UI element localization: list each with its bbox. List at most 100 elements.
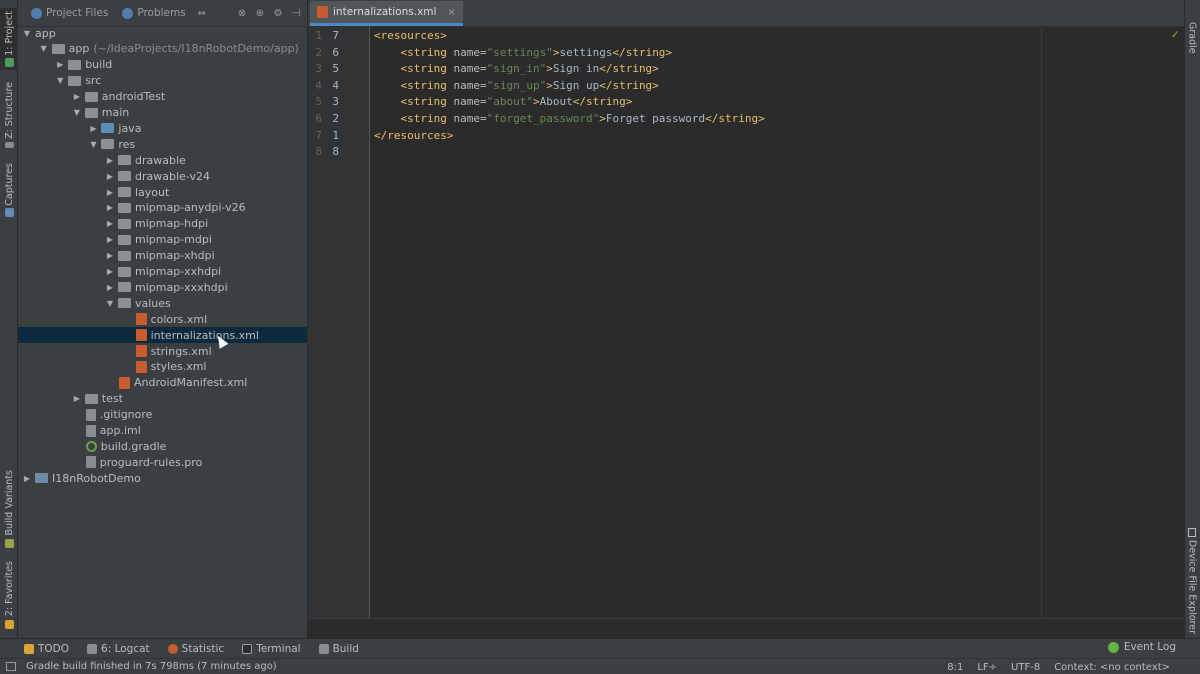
tree-item-label: java [118,121,142,135]
tree-item[interactable]: ▶ mipmap-xxhdpi [18,264,307,280]
tab-project-files[interactable]: Project Files [26,3,113,23]
editor-tab-bar: internalizations.xml × [308,0,1184,27]
caret-position[interactable]: 8:1 [947,662,963,673]
chevron-down-icon[interactable]: ▼ [105,299,115,308]
scroll-from-source-icon[interactable]: ⊕ [253,6,267,20]
folder-icon [68,59,82,70]
build-tab[interactable]: Build [318,643,359,655]
tree-item[interactable]: build.gradle [18,438,307,454]
code-token-close-open: > [546,78,553,92]
line-number-relative: 7 [332,29,339,42]
statistic-tab[interactable]: Statistic [167,643,224,655]
chevron-right-icon[interactable]: ▶ [105,251,115,260]
tree-item[interactable]: ▶ mipmap-xhdpi [18,248,307,264]
right-margin-guide [1041,27,1042,618]
todo-tab[interactable]: TODO [24,643,69,655]
tab-structure[interactable]: Z: Structure [0,82,18,148]
tree-item[interactable]: app.iml [18,423,307,439]
chevron-down-icon[interactable]: ▼ [22,29,32,38]
chevron-right-icon[interactable]: ▶ [88,124,98,133]
chevron-right-icon[interactable]: ▶ [105,267,115,276]
tree-item-label: strings.xml [150,344,212,358]
tree-item[interactable]: ▶ I18nRobotDemo [18,470,307,486]
tree-item[interactable]: ▼ values [18,295,307,311]
chevron-right-icon[interactable]: ▶ [55,60,65,69]
line-separator[interactable]: LF÷ [977,662,997,673]
chevron-right-icon[interactable]: ▶ [105,283,115,292]
editor-tab-internalizations[interactable]: internalizations.xml × [310,1,463,26]
code-token-attr: name= [446,45,487,59]
chevron-right-icon[interactable]: ▶ [105,203,115,212]
event-log-tab[interactable]: Event Log [1107,641,1176,653]
chevron-right-icon[interactable]: ▶ [22,474,32,483]
folder-icon [118,266,131,277]
logcat-tab[interactable]: 6: Logcat [87,643,150,655]
swap-icon[interactable]: ⇔ [195,6,209,20]
chevron-down-icon[interactable]: ▼ [39,44,49,53]
chevron-right-icon[interactable]: ▶ [105,188,115,197]
tab-gradle[interactable]: Gradle [1184,22,1200,54]
editor-horizontal-scroll[interactable] [308,618,1184,638]
status-message[interactable]: Gradle build finished in 7s 798ms (7 min… [26,661,277,672]
tree-item[interactable]: colors.xml [18,311,307,327]
hide-icon[interactable]: ⊣ [289,6,303,20]
chevron-right-icon[interactable]: ▶ [72,394,82,403]
tab-favorites-label: 2: Favorites [3,561,15,617]
close-icon[interactable]: × [447,7,455,18]
tab-build-variants[interactable]: Build Variants [0,470,18,548]
chevron-right-icon[interactable]: ▶ [105,219,115,228]
code-token-attr: name= [446,95,487,109]
tree-item-label: app.iml [99,424,141,437]
folder-icon [101,139,115,150]
chevron-right-icon[interactable]: ▶ [105,172,115,181]
chevron-right-icon[interactable]: ▶ [105,156,115,165]
tree-item[interactable]: strings.xml [18,343,307,359]
file-encoding[interactable]: UTF-8 [1011,662,1040,673]
tree-item[interactable]: ▶ build [18,57,307,73]
tree-item[interactable]: AndroidManifest.xml [18,375,307,391]
line-number: 71 [308,128,370,145]
tree-item[interactable]: ▶ java [18,120,307,136]
tree-item[interactable]: ▼ main [18,105,307,121]
tree-item[interactable]: .gitignore [18,407,307,423]
tree-item[interactable]: proguard-rules.pro [18,454,307,470]
tree-item[interactable]: ▶ drawable [18,152,307,168]
tree-item[interactable]: ▶ mipmap-hdpi [18,216,307,232]
tree-item[interactable]: ▼ app (~/IdeaProjects/I18nRobotDemo/app) [18,41,307,57]
tree-item[interactable]: ▶ layout [18,184,307,200]
code-token-val: "sign_in" [486,62,547,76]
chevron-down-icon[interactable]: ▼ [55,76,65,85]
xml-file-icon [135,313,147,326]
chevron-right-icon[interactable]: ▶ [105,235,115,244]
gear-icon[interactable]: ⚙ [271,6,285,20]
tab-device-file-explorer[interactable]: Device File Explorer [1184,528,1200,634]
tab-favorites[interactable]: 2: Favorites [0,560,18,630]
tree-item[interactable]: ▶ test [18,391,307,407]
tree-item[interactable]: ▼ src [18,73,307,89]
tree-item[interactable]: ▶ mipmap-mdpi [18,232,307,248]
event-log-icon [1107,641,1119,653]
collapse-icon[interactable]: ⊗ [235,6,249,20]
tree-item[interactable]: ▼ res [18,136,307,152]
tab-captures[interactable]: Captures [0,160,18,220]
tree-item[interactable]: ▶ drawable-v24 [18,168,307,184]
tree-item[interactable]: ▶ mipmap-anydpi-v26 [18,200,307,216]
toggle-tool-windows-icon[interactable] [6,662,16,671]
context-indicator[interactable]: Context: <no context> [1054,662,1170,673]
chevron-right-icon[interactable]: ▶ [72,92,82,101]
tree-item[interactable]: internalizations.xml [18,327,307,344]
tab-project[interactable]: 1: Project [0,8,18,70]
tree-item[interactable]: ▼ app [18,25,307,41]
terminal-tab[interactable]: Terminal [242,643,301,655]
tree-item[interactable]: ▶ mipmap-xxxhdpi [18,279,307,295]
tree-item-label: mipmap-xxhdpi [135,265,222,278]
tree-item-label: build [85,58,113,72]
folder-icon [118,155,131,166]
device-icon [1188,528,1196,537]
chevron-down-icon[interactable]: ▼ [88,140,98,149]
tab-problems[interactable]: Problems [117,3,190,23]
line-number-absolute: 7 [315,128,322,142]
chevron-down-icon[interactable]: ▼ [72,108,82,117]
tree-item[interactable]: styles.xml [18,359,307,375]
tree-item[interactable]: ▶ androidTest [18,89,307,105]
